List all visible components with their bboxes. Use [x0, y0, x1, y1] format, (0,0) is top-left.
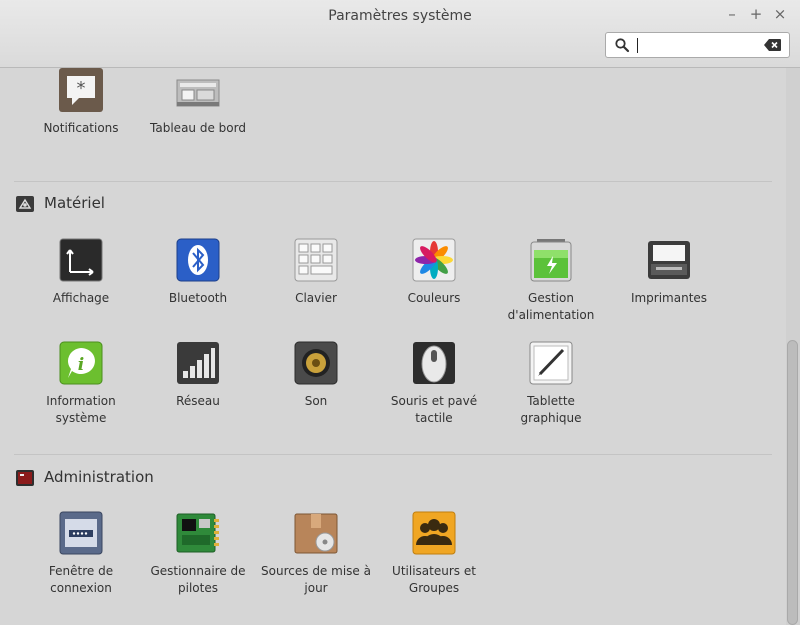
item-label: Tablette graphique — [520, 394, 582, 425]
item-display[interactable]: Affichage — [26, 238, 136, 307]
svg-text:i: i — [78, 355, 84, 375]
bluetooth-icon — [176, 238, 220, 282]
item-mouse[interactable]: Souris et pavé tactile — [379, 341, 489, 427]
clear-search-icon[interactable] — [764, 39, 781, 51]
item-system-info[interactable]: i Information système — [26, 341, 136, 427]
item-printers[interactable]: Imprimantes — [614, 238, 724, 307]
close-button[interactable]: × — [769, 4, 791, 24]
item-label: Sources de mise à jour — [261, 564, 371, 595]
item-label: Son — [304, 394, 328, 408]
item-label: Notifications — [43, 121, 119, 135]
item-label: Bluetooth — [168, 291, 228, 305]
section-separator — [14, 454, 772, 455]
item-label: Fenêtre de connexion — [48, 564, 114, 595]
item-power[interactable]: Gestion d'alimentation — [496, 238, 606, 324]
svg-text:*: * — [77, 78, 86, 99]
minimize-button[interactable]: – — [721, 4, 743, 24]
item-label: Gestion d'alimentation — [507, 291, 595, 322]
item-sound[interactable]: Son — [261, 341, 371, 410]
section-title: Administration — [44, 468, 154, 486]
item-label: Imprimantes — [630, 291, 708, 305]
speaker-icon — [294, 341, 338, 385]
driver-icon — [176, 513, 219, 553]
item-panel[interactable]: Tableau de bord — [143, 68, 253, 137]
item-bluetooth[interactable]: Bluetooth — [143, 238, 253, 307]
scrollbar-thumb[interactable] — [787, 340, 798, 625]
item-label: Gestionnaire de pilotes — [150, 564, 246, 595]
network-icon — [177, 342, 219, 384]
item-label: Utilisateurs et Groupes — [392, 564, 476, 595]
maximize-button[interactable]: + — [745, 4, 767, 24]
title-bar: Paramètres système – + × — [0, 0, 800, 68]
administration-section-icon — [16, 470, 34, 486]
tablet-icon — [529, 341, 573, 385]
item-users-groups[interactable]: Utilisateurs et Groupes — [379, 511, 489, 597]
item-notifications[interactable]: * Notifications — [26, 68, 136, 137]
color-icon — [412, 238, 456, 282]
display-icon — [59, 238, 103, 282]
item-label: Information système — [46, 394, 116, 425]
item-label: Clavier — [295, 291, 337, 305]
users-icon — [412, 511, 456, 555]
item-keyboard[interactable]: Clavier — [261, 238, 371, 307]
panel-icon — [176, 79, 220, 107]
search-icon — [615, 38, 630, 53]
window-title: Paramètres système — [328, 8, 472, 24]
item-colors[interactable]: Couleurs — [379, 238, 489, 307]
settings-window: Paramètres système – + × * Notifications… — [0, 0, 800, 625]
hardware-section-icon — [16, 196, 34, 212]
info-icon: i — [59, 341, 103, 385]
item-label: Réseau — [176, 394, 220, 408]
item-label: Tableau de bord — [150, 121, 246, 135]
section-title: Matériel — [44, 194, 105, 212]
mouse-icon — [413, 342, 455, 384]
settings-content: * Notifications Tableau de bord Matériel — [0, 68, 786, 625]
item-network[interactable]: Réseau — [143, 341, 253, 410]
item-label: Couleurs — [407, 291, 461, 305]
section-separator — [14, 181, 772, 182]
software-sources-icon — [294, 513, 338, 554]
item-driver-manager[interactable]: Gestionnaire de pilotes — [143, 511, 253, 597]
item-tablet[interactable]: Tablette graphique — [496, 341, 606, 427]
item-label: Souris et pavé tactile — [390, 394, 478, 425]
item-label: Affichage — [52, 291, 110, 305]
battery-icon — [530, 239, 572, 282]
notifications-icon: * — [59, 68, 103, 112]
search-box[interactable] — [605, 32, 790, 58]
item-login-window[interactable]: Fenêtre de connexion — [26, 511, 136, 597]
printer-icon — [648, 241, 690, 279]
search-input[interactable] — [636, 36, 756, 54]
keyboard-icon — [294, 238, 338, 282]
login-window-icon — [59, 511, 103, 555]
item-software-sources[interactable]: Sources de mise à jour — [261, 511, 371, 597]
